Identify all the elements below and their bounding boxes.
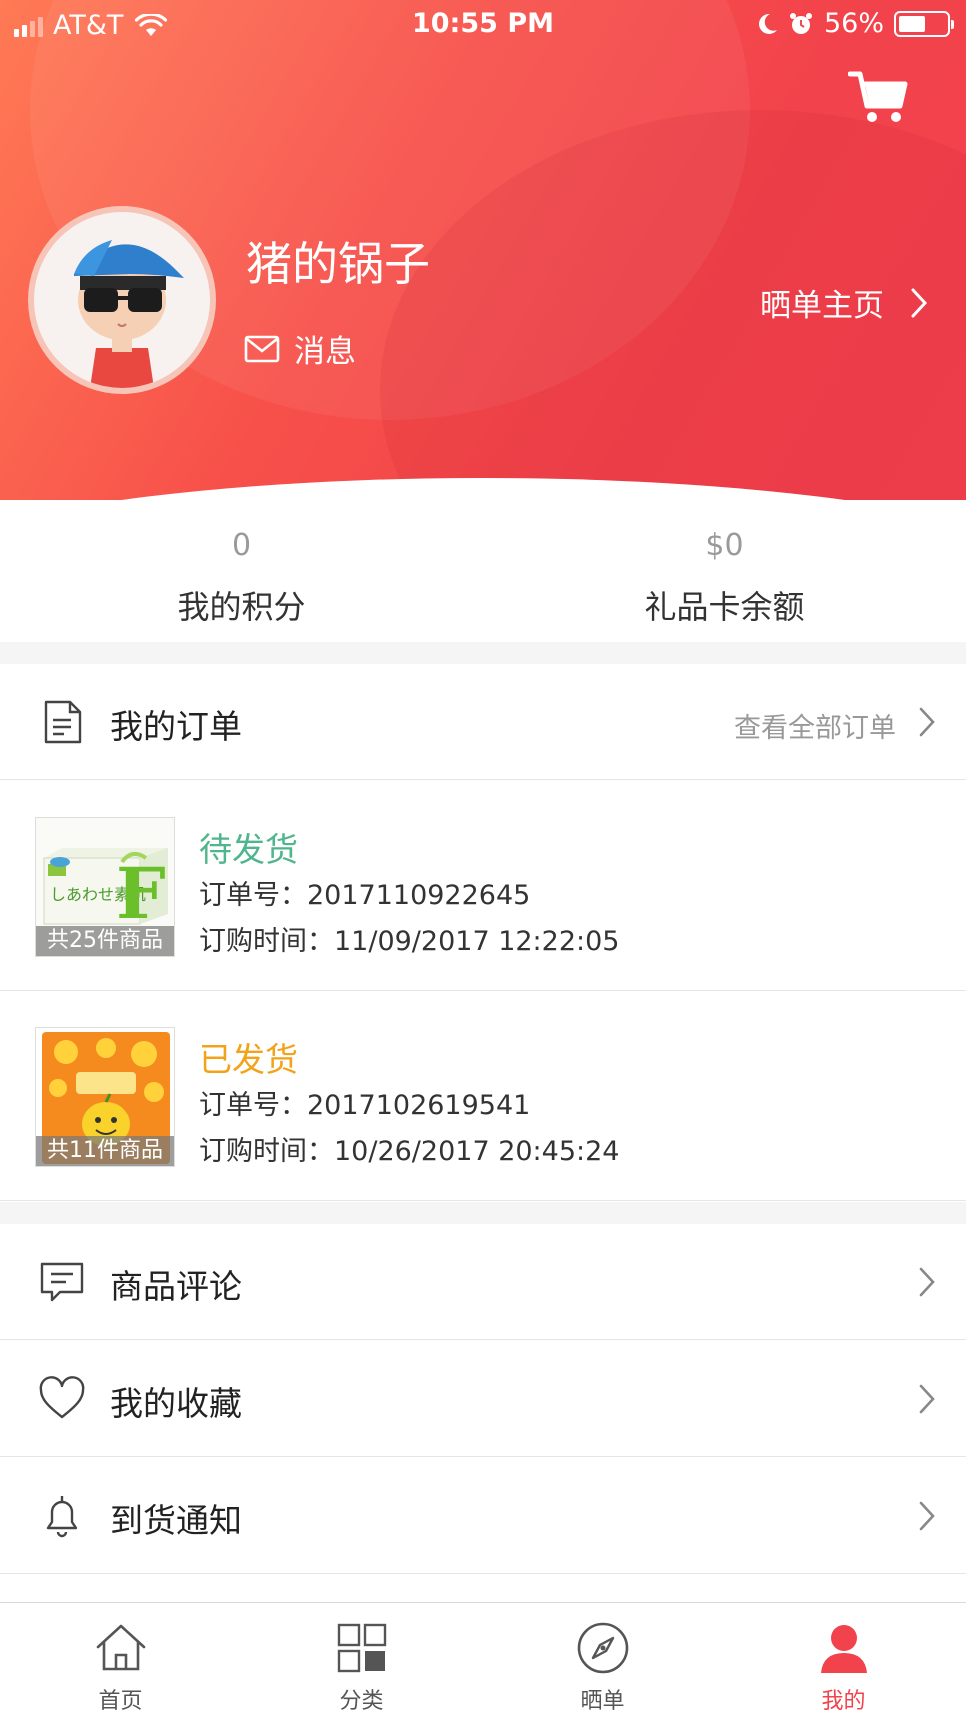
chevron-right-icon — [919, 1501, 935, 1531]
battery-icon — [894, 10, 954, 37]
my-favorites-row[interactable]: 我的收藏 — [0, 1341, 966, 1457]
order-number: 订单号：2017110922645 — [199, 880, 531, 911]
points-label: 我的积分 — [177, 588, 306, 626]
section-divider — [0, 642, 966, 664]
tab-home[interactable]: 首页 — [0, 1603, 241, 1716]
tab-show-label: 晒单 — [580, 1689, 625, 1714]
chevron-right-icon — [919, 1267, 935, 1297]
product-thumbnail: 共11件商品 — [35, 1027, 175, 1167]
compass-icon — [577, 1622, 629, 1674]
order-number: 订单号：2017102619541 — [199, 1090, 531, 1121]
gift-card-stat[interactable]: $0 礼品卡余额 — [483, 524, 966, 628]
gift-card-label: 礼品卡余额 — [644, 588, 805, 626]
profile-header: AT&T 10:55 PM 56% 猪的锅子 消息 晒单主页 — [0, 0, 966, 500]
my-favorites-title: 我的收藏 — [110, 1384, 242, 1423]
item-count: 共11件商品 — [36, 1136, 174, 1166]
grid-icon — [337, 1623, 387, 1673]
comment-icon — [40, 1262, 84, 1302]
tab-home-label: 首页 — [98, 1689, 143, 1714]
account-stats: 0 我的积分 $0 礼品卡余额 — [0, 510, 966, 640]
heart-icon — [39, 1376, 85, 1419]
messages-label: 消息 — [294, 334, 356, 370]
avatar-illustration — [34, 212, 210, 388]
product-reviews-title: 商品评论 — [110, 1267, 242, 1306]
document-icon — [44, 700, 82, 744]
points-value: 0 — [231, 528, 252, 563]
item-count: 共25件商品 — [36, 926, 174, 956]
order-item[interactable]: 共11件商品 已发货 订单号：2017102619541 订购时间：10/26/… — [0, 991, 966, 1201]
arrival-notice-row[interactable]: 到货通知 — [0, 1458, 966, 1574]
product-reviews-row[interactable]: 商品评论 — [0, 1224, 966, 1340]
section-divider — [0, 1202, 966, 1224]
tab-show[interactable]: 晒单 — [482, 1603, 723, 1716]
show-homepage-link[interactable]: 晒单主页 — [760, 280, 928, 325]
product-thumbnail: しあわせ素肌 F 共25件商品 — [35, 817, 175, 957]
user-icon — [821, 1625, 867, 1673]
order-item[interactable]: しあわせ素肌 F 共25件商品 待发货 订单号：2017110922645 订购… — [0, 781, 966, 991]
gift-card-value: $0 — [705, 528, 744, 563]
username: 猪的锅子 — [246, 237, 430, 291]
chevron-right-icon — [919, 707, 935, 737]
order-status: 待发货 — [199, 830, 298, 869]
tab-mine-label: 我的 — [821, 1689, 866, 1714]
messages-link[interactable]: 消息 — [244, 326, 356, 371]
order-time: 订购时间：10/26/2017 20:45:24 — [199, 1136, 620, 1167]
tab-category[interactable]: 分类 — [241, 1603, 482, 1716]
arrival-notice-title: 到货通知 — [110, 1501, 242, 1540]
moon-icon — [759, 13, 777, 34]
bell-icon — [46, 1496, 78, 1538]
tab-mine[interactable]: 我的 — [723, 1603, 964, 1716]
order-status: 已发货 — [199, 1040, 298, 1079]
tab-category-label: 分类 — [339, 1689, 384, 1714]
points-stat[interactable]: 0 我的积分 — [0, 524, 483, 628]
home-icon — [96, 1624, 146, 1671]
view-all-orders-link[interactable]: 查看全部订单 — [734, 706, 896, 745]
my-orders-row[interactable]: 我的订单 查看全部订单 — [0, 664, 966, 780]
cart-button[interactable] — [847, 70, 908, 126]
avatar[interactable] — [28, 206, 216, 394]
battery-percent: 56% — [823, 8, 884, 39]
svg-text:F: F — [116, 852, 166, 935]
chevron-right-icon — [911, 288, 928, 317]
my-orders-title: 我的订单 — [110, 707, 242, 746]
chevron-right-icon — [919, 1384, 935, 1414]
cart-icon — [847, 71, 908, 122]
status-bar: AT&T 10:55 PM 56% — [0, 0, 966, 48]
alarm-icon — [789, 12, 812, 34]
show-homepage-label: 晒单主页 — [760, 288, 884, 324]
bottom-tab-bar: 首页 分类 晒单 我的 — [0, 1602, 966, 1716]
order-time: 订购时间：11/09/2017 12:22:05 — [199, 926, 620, 957]
mail-icon — [244, 335, 280, 362]
